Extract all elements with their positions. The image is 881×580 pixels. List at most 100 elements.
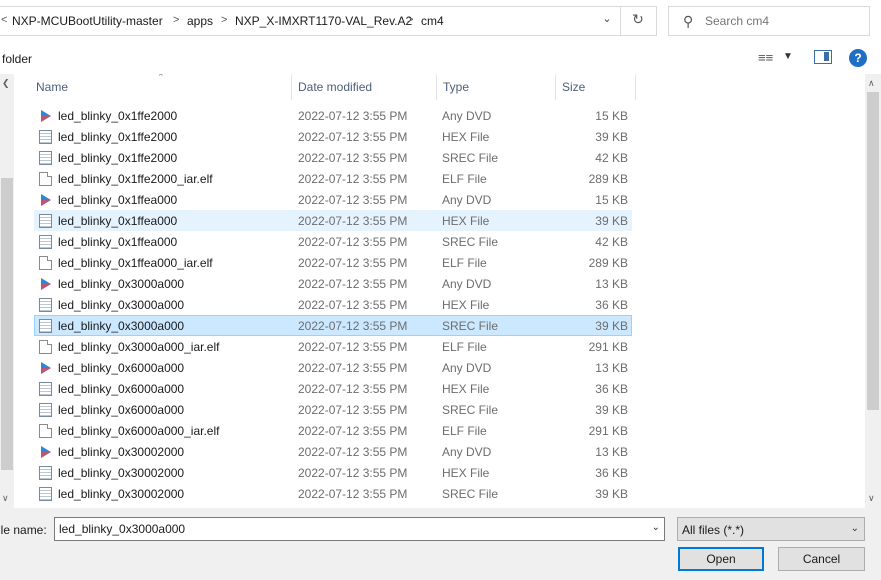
scroll-down-icon[interactable]: ∨ (868, 493, 875, 504)
column-header-size[interactable]: Size (562, 80, 585, 94)
file-date-modified: 2022-07-12 3:55 PM (298, 424, 408, 438)
chevron-down-icon[interactable]: ⌄ (851, 523, 859, 534)
column-header-type[interactable]: Type (443, 80, 469, 94)
divider (620, 7, 621, 35)
refresh-icon[interactable]: ↻ (627, 11, 649, 31)
breadcrumb-separator-icon[interactable]: > (221, 14, 227, 26)
file-row[interactable]: led_blinky_0x3000a000_iar.elf 2022-07-12 … (34, 336, 632, 357)
column-header-name[interactable]: Name (36, 80, 68, 94)
file-date-modified: 2022-07-12 3:55 PM (298, 193, 408, 207)
file-list-scrollbar[interactable]: ∧ ∨ (865, 74, 881, 508)
file-size: 13 KB (595, 445, 628, 459)
file-date-modified: 2022-07-12 3:55 PM (298, 130, 408, 144)
dvd-file-icon (39, 361, 52, 375)
preview-pane-icon[interactable] (814, 50, 832, 64)
file-row[interactable]: led_blinky_0x3000a000 2022-07-12 3:55 PM H… (34, 294, 632, 315)
file-date-modified: 2022-07-12 3:55 PM (298, 172, 408, 186)
scrollbar-thumb[interactable] (867, 92, 879, 410)
file-size: 289 KB (588, 256, 628, 270)
file-row[interactable]: led_blinky_0x1ffe2000 2022-07-12 3:55 PM A… (34, 105, 632, 126)
chevron-down-icon[interactable]: ⌄ (652, 522, 660, 533)
file-row[interactable]: led_blinky_0x1ffea000 2022-07-12 3:55 PM H… (34, 210, 632, 231)
column-divider[interactable] (291, 74, 292, 100)
search-input[interactable] (705, 12, 863, 30)
file-name: led_blinky_0x1ffe2000 (58, 151, 178, 165)
file-row[interactable]: led_blinky_0x6000a000_iar.elf 2022-07-12 … (34, 420, 632, 441)
file-row[interactable]: led_blinky_0x1ffe2000 2022-07-12 3:55 PM S… (34, 147, 632, 168)
file-size: 13 KB (595, 277, 628, 291)
file-row[interactable]: led_blinky_0x1ffe2000_iar.elf 2022-07-12 … (34, 168, 632, 189)
column-divider[interactable] (436, 74, 437, 100)
file-type-select[interactable]: All files (*.*) ⌄ (677, 517, 865, 541)
column-header-row: ⌃ Name Date modified Type Size (14, 74, 865, 100)
search-box[interactable]: ⚲ (668, 6, 870, 36)
view-options-dropdown-icon[interactable]: ▼ (783, 51, 793, 62)
file-date-modified: 2022-07-12 3:55 PM (298, 298, 408, 312)
column-header-date[interactable]: Date modified (298, 80, 372, 94)
cancel-button[interactable]: Cancel (778, 547, 865, 571)
file-row[interactable]: led_blinky_0x30002000 2022-07-12 3:55 PM A… (34, 441, 632, 462)
file-row[interactable]: led_blinky_0x3000a000 2022-07-12 3:55 PM S… (34, 315, 632, 336)
file-date-modified: 2022-07-12 3:55 PM (298, 214, 408, 228)
address-bar[interactable]: < NXP-MCUBootUtility-master > apps > NXP… (0, 6, 657, 36)
file-date-modified: 2022-07-12 3:55 PM (298, 151, 408, 165)
file-name: led_blinky_0x1ffe2000_iar.elf (58, 172, 213, 186)
file-type: ELF File (442, 424, 487, 438)
view-options-icon[interactable]: ≡≡ (758, 50, 773, 65)
breadcrumb-item-current[interactable]: cm4 (421, 14, 444, 28)
scrollbar-thumb[interactable] (1, 178, 13, 470)
file-row[interactable]: led_blinky_0x3000a000 2022-07-12 3:55 PM A… (34, 273, 632, 294)
file-row[interactable]: led_blinky_0x6000a000 2022-07-12 3:55 PM A… (34, 357, 632, 378)
breadcrumb-item-board[interactable]: NXP_X-IMXRT1170-VAL_Rev.A2 (235, 14, 412, 28)
breadcrumb-overflow-icon[interactable]: < (1, 14, 7, 26)
file-type: Any DVD (442, 277, 492, 291)
file-row[interactable]: led_blinky_0x6000a000 2022-07-12 3:55 PM H… (34, 378, 632, 399)
help-icon[interactable]: ? (849, 49, 867, 67)
nav-pane-scrollbar[interactable]: ❮ ∨ (0, 74, 14, 508)
column-divider[interactable] (635, 74, 636, 100)
open-button[interactable]: Open (678, 547, 764, 571)
breadcrumb-separator-icon[interactable]: > (173, 14, 179, 26)
breadcrumb-separator-icon[interactable]: > (407, 14, 413, 26)
text-file-icon (39, 382, 52, 396)
text-file-icon (39, 235, 52, 249)
column-divider[interactable] (555, 74, 556, 100)
file-row[interactable]: led_blinky_0x1ffea000_iar.elf 2022-07-12 … (34, 252, 632, 273)
breadcrumb-item-apps[interactable]: apps (187, 14, 213, 28)
text-file-icon (39, 403, 52, 417)
file-row[interactable]: led_blinky_0x30002000 2022-07-12 3:55 PM H… (34, 462, 632, 483)
file-type: ELF File (442, 256, 487, 270)
file-date-modified: 2022-07-12 3:55 PM (298, 361, 408, 375)
new-folder-button[interactable]: folder (2, 52, 32, 66)
file-type: SREC File (442, 151, 499, 165)
breadcrumb-item-root[interactable]: NXP-MCUBootUtility-master (12, 14, 163, 28)
chevron-down-icon[interactable]: ⌄ (599, 12, 615, 30)
file-name-combobox[interactable]: ⌄ (54, 517, 665, 541)
file-type: HEX File (442, 214, 490, 228)
scroll-up-icon[interactable]: ❮ (2, 78, 10, 89)
file-name: led_blinky_0x1ffea000 (58, 193, 178, 207)
file-name: led_blinky_0x1ffea000_iar.elf (58, 256, 213, 270)
file-type: SREC File (442, 487, 499, 501)
file-date-modified: 2022-07-12 3:55 PM (298, 487, 408, 501)
dialog-footer: ile name: ⌄ All files (*.*) ⌄ Open Cance… (0, 508, 881, 580)
file-row[interactable]: led_blinky_0x6000a000 2022-07-12 3:55 PM S… (34, 399, 632, 420)
file-size: 15 KB (595, 109, 628, 123)
scroll-down-icon[interactable]: ∨ (2, 493, 9, 504)
file-name-input[interactable] (59, 521, 639, 537)
file-row[interactable]: led_blinky_0x30002000 2022-07-12 3:55 PM S… (34, 483, 632, 504)
file-type: ELF File (442, 172, 487, 186)
file-list[interactable]: ⌃ Name Date modified Type Size led_blink… (14, 74, 865, 508)
file-date-modified: 2022-07-12 3:55 PM (298, 340, 408, 354)
file-size: 39 KB (595, 487, 628, 501)
text-file-icon (39, 466, 52, 480)
scroll-up-icon[interactable]: ∧ (868, 78, 875, 89)
file-type: Any DVD (442, 193, 492, 207)
file-row[interactable]: led_blinky_0x1ffea000 2022-07-12 3:55 PM A… (34, 189, 632, 210)
dvd-file-icon (39, 109, 52, 123)
file-size: 39 KB (595, 214, 628, 228)
file-row[interactable]: led_blinky_0x1ffea000 2022-07-12 3:55 PM S… (34, 231, 632, 252)
file-date-modified: 2022-07-12 3:55 PM (298, 235, 408, 249)
file-row[interactable]: led_blinky_0x1ffe2000 2022-07-12 3:55 PM H… (34, 126, 632, 147)
file-size: 13 KB (595, 361, 628, 375)
